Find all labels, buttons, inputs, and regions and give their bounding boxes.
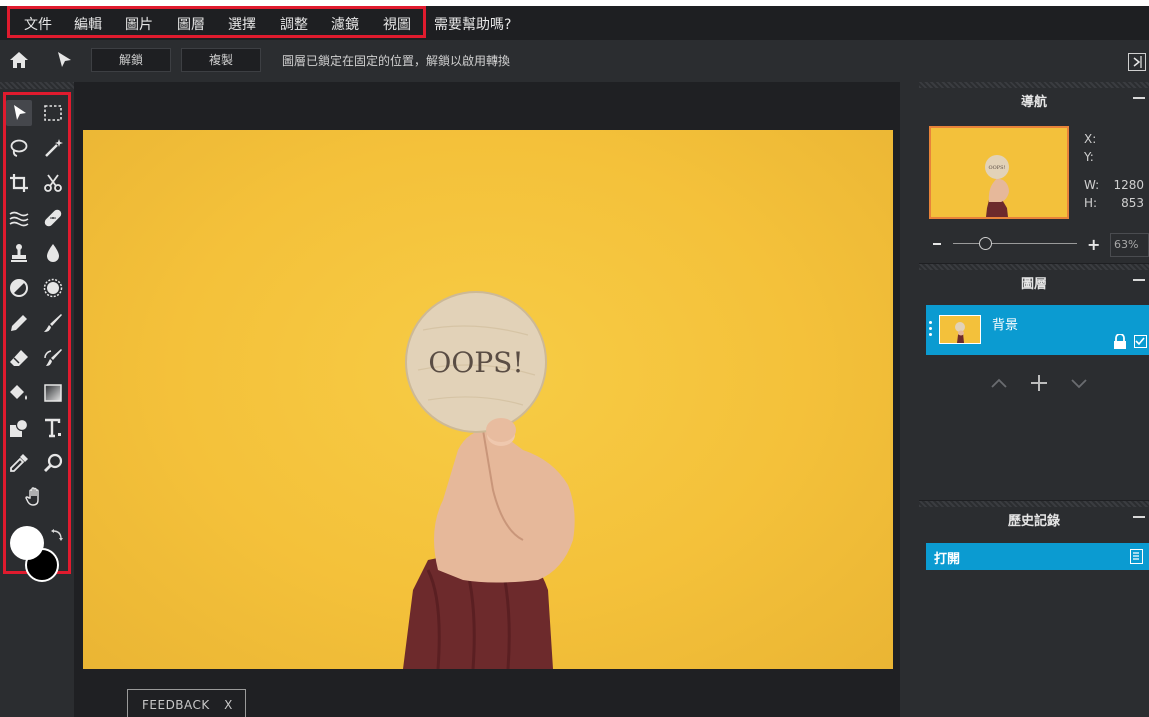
hand-tool-icon[interactable] bbox=[22, 484, 48, 510]
menu-layer[interactable]: 圖層 bbox=[177, 14, 205, 34]
history-item-label: 打開 bbox=[934, 552, 961, 567]
menu-image[interactable]: 圖片 bbox=[125, 14, 153, 34]
lasso-tool-icon[interactable] bbox=[6, 135, 32, 161]
dodge-burn-tool-icon[interactable] bbox=[6, 275, 32, 301]
zoom-slider-handle[interactable] bbox=[979, 237, 992, 250]
nav-y-label: Y: bbox=[1084, 150, 1094, 164]
nav-w-label: W: bbox=[1084, 178, 1100, 192]
nav-w-row: W: 1280 bbox=[1084, 178, 1144, 192]
navigator-thumbnail[interactable]: OOPS! bbox=[929, 126, 1069, 219]
nav-y-row: Y: bbox=[1084, 150, 1094, 164]
history-title: 歷史記錄 bbox=[1007, 514, 1060, 529]
tool-panel bbox=[0, 82, 74, 717]
marquee-tool-icon[interactable] bbox=[40, 100, 66, 126]
unlock-button[interactable]: 解鎖 bbox=[91, 48, 171, 72]
navigator-collapse-icon[interactable] bbox=[1133, 97, 1145, 99]
zoom-slider-track[interactable] bbox=[953, 243, 1077, 244]
swap-colors-icon[interactable] bbox=[50, 528, 64, 547]
lock-icon[interactable] bbox=[1113, 333, 1127, 354]
options-bar: 解鎖 複製 圖層已鎖定在固定的位置，解鎖以啟用轉換 bbox=[0, 40, 1149, 82]
menu-help[interactable]: 需要幫助嗎? bbox=[434, 14, 511, 34]
zoom-row: + 63% bbox=[919, 232, 1149, 257]
menu-view[interactable]: 視圖 bbox=[383, 14, 411, 34]
layer-thumbnail bbox=[939, 315, 981, 344]
layers-collapse-icon[interactable] bbox=[1133, 279, 1145, 281]
feedback-button[interactable]: FEEDBACK X bbox=[127, 689, 246, 717]
paint-bucket-tool-icon[interactable] bbox=[6, 380, 32, 406]
move-arrow-icon[interactable] bbox=[55, 51, 73, 73]
panel-toggle-icon[interactable] bbox=[1128, 53, 1146, 71]
duplicate-button[interactable]: 複製 bbox=[181, 48, 261, 72]
magic-wand-tool-icon[interactable] bbox=[40, 135, 66, 161]
shape-tool-icon[interactable] bbox=[6, 415, 32, 441]
layers-header: 圖層 bbox=[919, 264, 1149, 294]
nav-x-row: X: bbox=[1084, 132, 1096, 146]
zoom-percent-field[interactable]: 63% bbox=[1110, 233, 1149, 257]
disc-text: OOPS! bbox=[428, 346, 523, 379]
blur-drop-tool-icon[interactable] bbox=[40, 240, 66, 266]
feedback-close-button[interactable]: X bbox=[224, 698, 233, 712]
menu-filter[interactable]: 濾鏡 bbox=[331, 14, 359, 34]
navigator-grip bbox=[919, 82, 1149, 88]
nav-h-value: 853 bbox=[1121, 196, 1144, 210]
clone-stamp-tool-icon[interactable] bbox=[6, 240, 32, 266]
layer-up-icon bbox=[991, 378, 1007, 388]
right-panel: 導航 OOPS! X: Y: W: 1280 H: 853 + 63% 圖層 背… bbox=[919, 82, 1149, 717]
toolbar-grip bbox=[0, 82, 74, 89]
eyedropper-tool-icon[interactable] bbox=[6, 450, 32, 476]
history-header: 歷史記錄 bbox=[919, 501, 1149, 531]
feedback-label: FEEDBACK bbox=[142, 698, 210, 712]
gradient-tool-icon[interactable] bbox=[40, 380, 66, 406]
navigator-title: 導航 bbox=[1020, 95, 1047, 110]
navigator-header: 導航 bbox=[919, 82, 1149, 112]
nav-h-label: H: bbox=[1084, 196, 1098, 210]
sponge-tool-icon[interactable] bbox=[40, 275, 66, 301]
menu-select[interactable]: 選擇 bbox=[228, 14, 256, 34]
color-replace-tool-icon[interactable] bbox=[40, 345, 66, 371]
layer-down-icon bbox=[1071, 379, 1087, 389]
layer-row[interactable]: 背景 bbox=[926, 305, 1149, 355]
zoom-tool-icon[interactable] bbox=[40, 450, 66, 476]
menu-file[interactable]: 文件 bbox=[24, 14, 52, 34]
history-item[interactable]: 打開 bbox=[926, 543, 1149, 570]
menu-highlight-box bbox=[7, 6, 426, 38]
add-layer-icon bbox=[1031, 375, 1047, 391]
layer-drag-handle[interactable] bbox=[929, 321, 932, 339]
history-collapse-icon[interactable] bbox=[1133, 516, 1145, 518]
scissors-tool-icon[interactable] bbox=[40, 170, 66, 196]
layer-visibility-checkbox[interactable] bbox=[1134, 335, 1147, 348]
zoom-in-button[interactable]: + bbox=[1087, 235, 1100, 254]
document-icon bbox=[1130, 549, 1143, 564]
eraser-tool-icon[interactable] bbox=[6, 345, 32, 371]
nav-w-value: 1280 bbox=[1113, 178, 1144, 192]
menu-adjust[interactable]: 調整 bbox=[280, 14, 308, 34]
menu-bar: 文件 編輯 圖片 圖層 選擇 調整 濾鏡 視圖 需要幫助嗎? bbox=[0, 0, 1149, 40]
layer-name[interactable]: 背景 bbox=[992, 314, 1018, 333]
brush-tool-icon[interactable] bbox=[40, 310, 66, 336]
healing-tool-icon[interactable] bbox=[40, 205, 66, 231]
move-tool-icon[interactable] bbox=[6, 100, 32, 126]
layers-title: 圖層 bbox=[1020, 277, 1047, 292]
workspace-side-strip bbox=[900, 82, 919, 717]
canvas-image[interactable]: OOPS! bbox=[83, 130, 893, 669]
pencil-tool-icon[interactable] bbox=[6, 310, 32, 336]
foreground-color-swatch[interactable] bbox=[10, 526, 44, 560]
menu-edit[interactable]: 編輯 bbox=[74, 14, 102, 34]
crop-tool-icon[interactable] bbox=[6, 170, 32, 196]
nav-h-row: H: 853 bbox=[1084, 196, 1144, 210]
layer-controls bbox=[989, 373, 1089, 393]
svg-text:OOPS!: OOPS! bbox=[989, 165, 1006, 171]
home-icon[interactable] bbox=[9, 51, 29, 73]
liquify-tool-icon[interactable] bbox=[6, 205, 32, 231]
layers-grip bbox=[919, 264, 1149, 270]
text-tool-icon[interactable] bbox=[40, 415, 66, 441]
nav-x-label: X: bbox=[1084, 132, 1097, 146]
lock-info-text: 圖層已鎖定在固定的位置，解鎖以啟用轉換 bbox=[282, 54, 511, 68]
history-grip bbox=[919, 501, 1149, 507]
canvas-workspace[interactable]: OOPS! FEEDBACK X bbox=[74, 82, 919, 717]
zoom-out-button[interactable] bbox=[933, 243, 941, 245]
